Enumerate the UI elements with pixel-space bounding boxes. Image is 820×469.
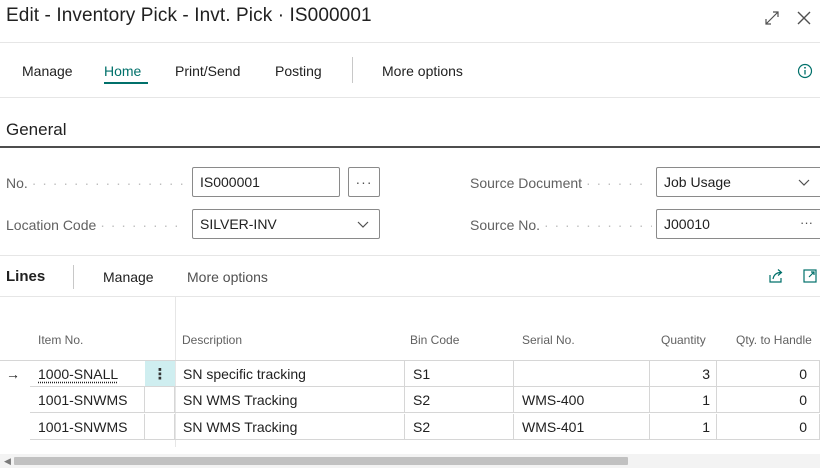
action-print-send[interactable]: Print/Send — [175, 63, 240, 79]
chevron-down-icon — [357, 221, 369, 228]
row-actions-cell[interactable] — [145, 414, 175, 440]
column-header-item-no[interactable]: Item No. — [38, 333, 83, 347]
lines-divider — [73, 265, 74, 289]
qty-to-handle-cell[interactable]: 0 — [717, 414, 820, 440]
source-no-label: Source No. · · · · · · · · · · · — [470, 217, 652, 233]
action-manage[interactable]: Manage — [22, 63, 73, 79]
table-row[interactable]: 1001-SNWMS SN WMS Tracking S2 WMS-401 1 … — [0, 414, 820, 440]
table-row[interactable]: 1001-SNWMS SN WMS Tracking S2 WMS-400 1 … — [0, 387, 820, 413]
item-no-cell[interactable]: 1001-SNWMS — [30, 387, 145, 413]
description-cell[interactable]: SN specific tracking — [175, 361, 405, 387]
column-header-qty-to-handle[interactable]: Qty. to Handle — [736, 333, 812, 347]
section-divider — [0, 146, 820, 148]
lines-toolbar: Lines Manage More options — [0, 255, 820, 297]
source-no-field[interactable]: J00010 ··· — [656, 209, 820, 239]
action-divider — [352, 57, 353, 83]
column-header-bin-code[interactable]: Bin Code — [410, 333, 459, 347]
bin-code-cell[interactable]: S2 — [405, 414, 514, 440]
column-header-serial-no[interactable]: Serial No. — [522, 333, 575, 347]
source-document-label: Source Document · · · · · · — [470, 175, 645, 191]
location-code-label: Location Code · · · · · · · · — [6, 217, 180, 233]
chevron-down-icon — [798, 179, 810, 186]
action-posting[interactable]: Posting — [275, 63, 322, 79]
item-no-cell[interactable]: 1001-SNWMS — [30, 414, 145, 440]
quantity-cell[interactable]: 1 — [650, 414, 717, 440]
lines-title: Lines — [6, 268, 46, 285]
serial-no-cell[interactable]: WMS-400 — [514, 387, 650, 413]
share-icon[interactable] — [768, 268, 784, 284]
info-icon[interactable] — [797, 63, 813, 79]
expand-lines-icon[interactable] — [802, 268, 818, 284]
no-field[interactable]: IS000001 — [192, 167, 340, 197]
lines-manage[interactable]: Manage — [103, 269, 154, 285]
scrollbar-thumb[interactable] — [14, 457, 628, 465]
quantity-cell[interactable]: 1 — [650, 387, 717, 413]
current-row-arrow-icon: → — [6, 366, 20, 382]
action-more-options[interactable]: More options — [382, 63, 463, 79]
item-no-cell[interactable]: 1000-SNALL — [30, 361, 145, 387]
active-tab-indicator — [104, 82, 148, 84]
action-home[interactable]: Home — [104, 63, 141, 79]
action-bar: Manage Home Print/Send Posting More opti… — [0, 42, 820, 98]
description-cell[interactable]: SN WMS Tracking — [175, 414, 405, 440]
bin-code-cell[interactable]: S1 — [405, 361, 514, 387]
close-icon[interactable] — [792, 6, 816, 30]
column-header-quantity[interactable]: Quantity — [661, 333, 706, 347]
location-code-select[interactable]: SILVER-INV — [192, 209, 380, 239]
expand-icon[interactable] — [760, 6, 784, 30]
page-title: Edit - Inventory Pick - Invt. Pick · IS0… — [6, 5, 372, 26]
bin-code-cell[interactable]: S2 — [405, 387, 514, 413]
no-assist-button[interactable]: ··· — [348, 167, 380, 197]
source-no-assist-icon[interactable]: ··· — [800, 215, 813, 230]
no-label: No. · · · · · · · · · · · · · · · — [6, 175, 186, 191]
serial-no-cell[interactable]: WMS-401 — [514, 414, 650, 440]
lines-more-options[interactable]: More options — [187, 269, 268, 285]
qty-to-handle-cell[interactable]: 0 — [717, 387, 820, 413]
table-row[interactable]: → 1000-SNALL ⋮ SN specific tracking S1 3… — [0, 360, 820, 387]
general-section-title: General — [6, 120, 67, 139]
source-document-select[interactable]: Job Usage — [656, 167, 820, 197]
horizontal-scrollbar[interactable]: ◀ — [0, 454, 820, 468]
row-actions-icon[interactable]: ⋮ — [145, 361, 175, 387]
description-cell[interactable]: SN WMS Tracking — [175, 387, 405, 413]
serial-no-cell[interactable] — [514, 361, 650, 387]
quantity-cell[interactable]: 3 — [650, 361, 717, 387]
column-header-description[interactable]: Description — [182, 333, 242, 347]
scroll-left-icon[interactable]: ◀ — [4, 456, 11, 467]
row-actions-cell[interactable] — [145, 387, 175, 413]
qty-to-handle-cell[interactable]: 0 — [717, 361, 820, 387]
